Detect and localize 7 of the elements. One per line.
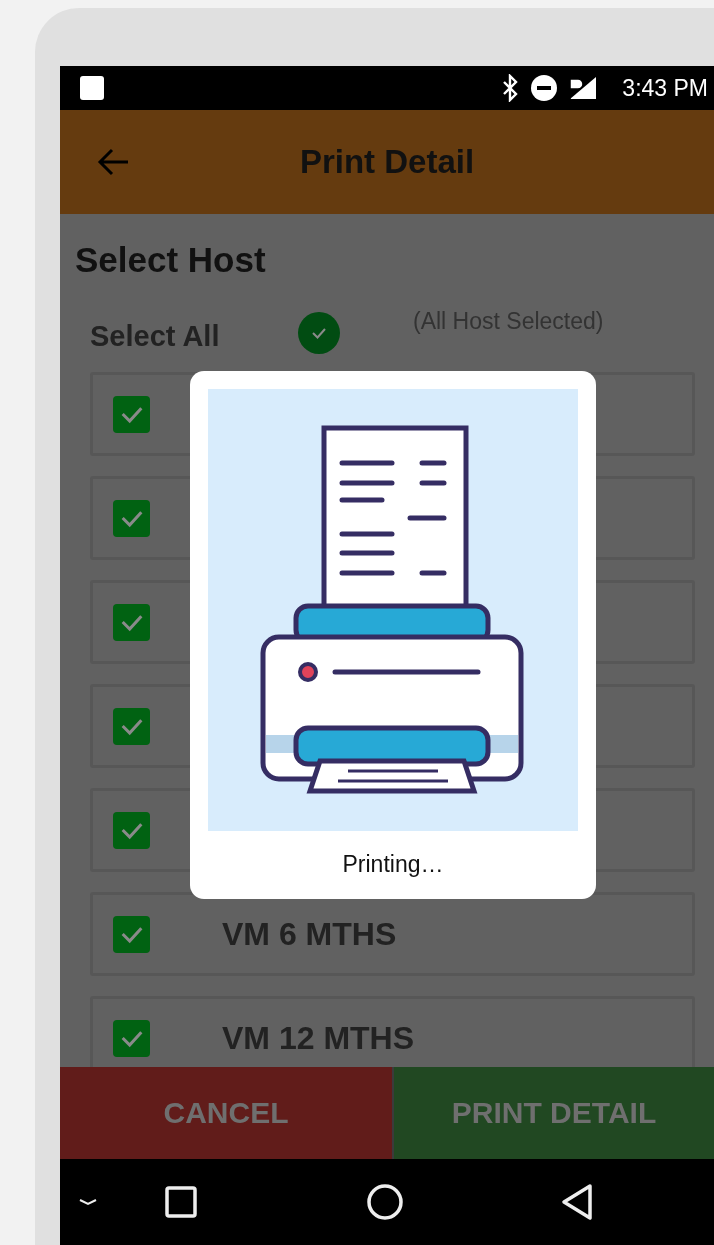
screen-title: Print Detail (299, 143, 475, 181)
host-name: VM 6 MTHS (222, 915, 397, 953)
section-heading: Select Host (75, 240, 267, 280)
dialog-message: Printing… (342, 851, 444, 878)
select-all-label: Select All (90, 320, 221, 353)
status-time: 3:43 PM (622, 74, 708, 102)
host-name: VM 12 MTHS (222, 1019, 415, 1057)
